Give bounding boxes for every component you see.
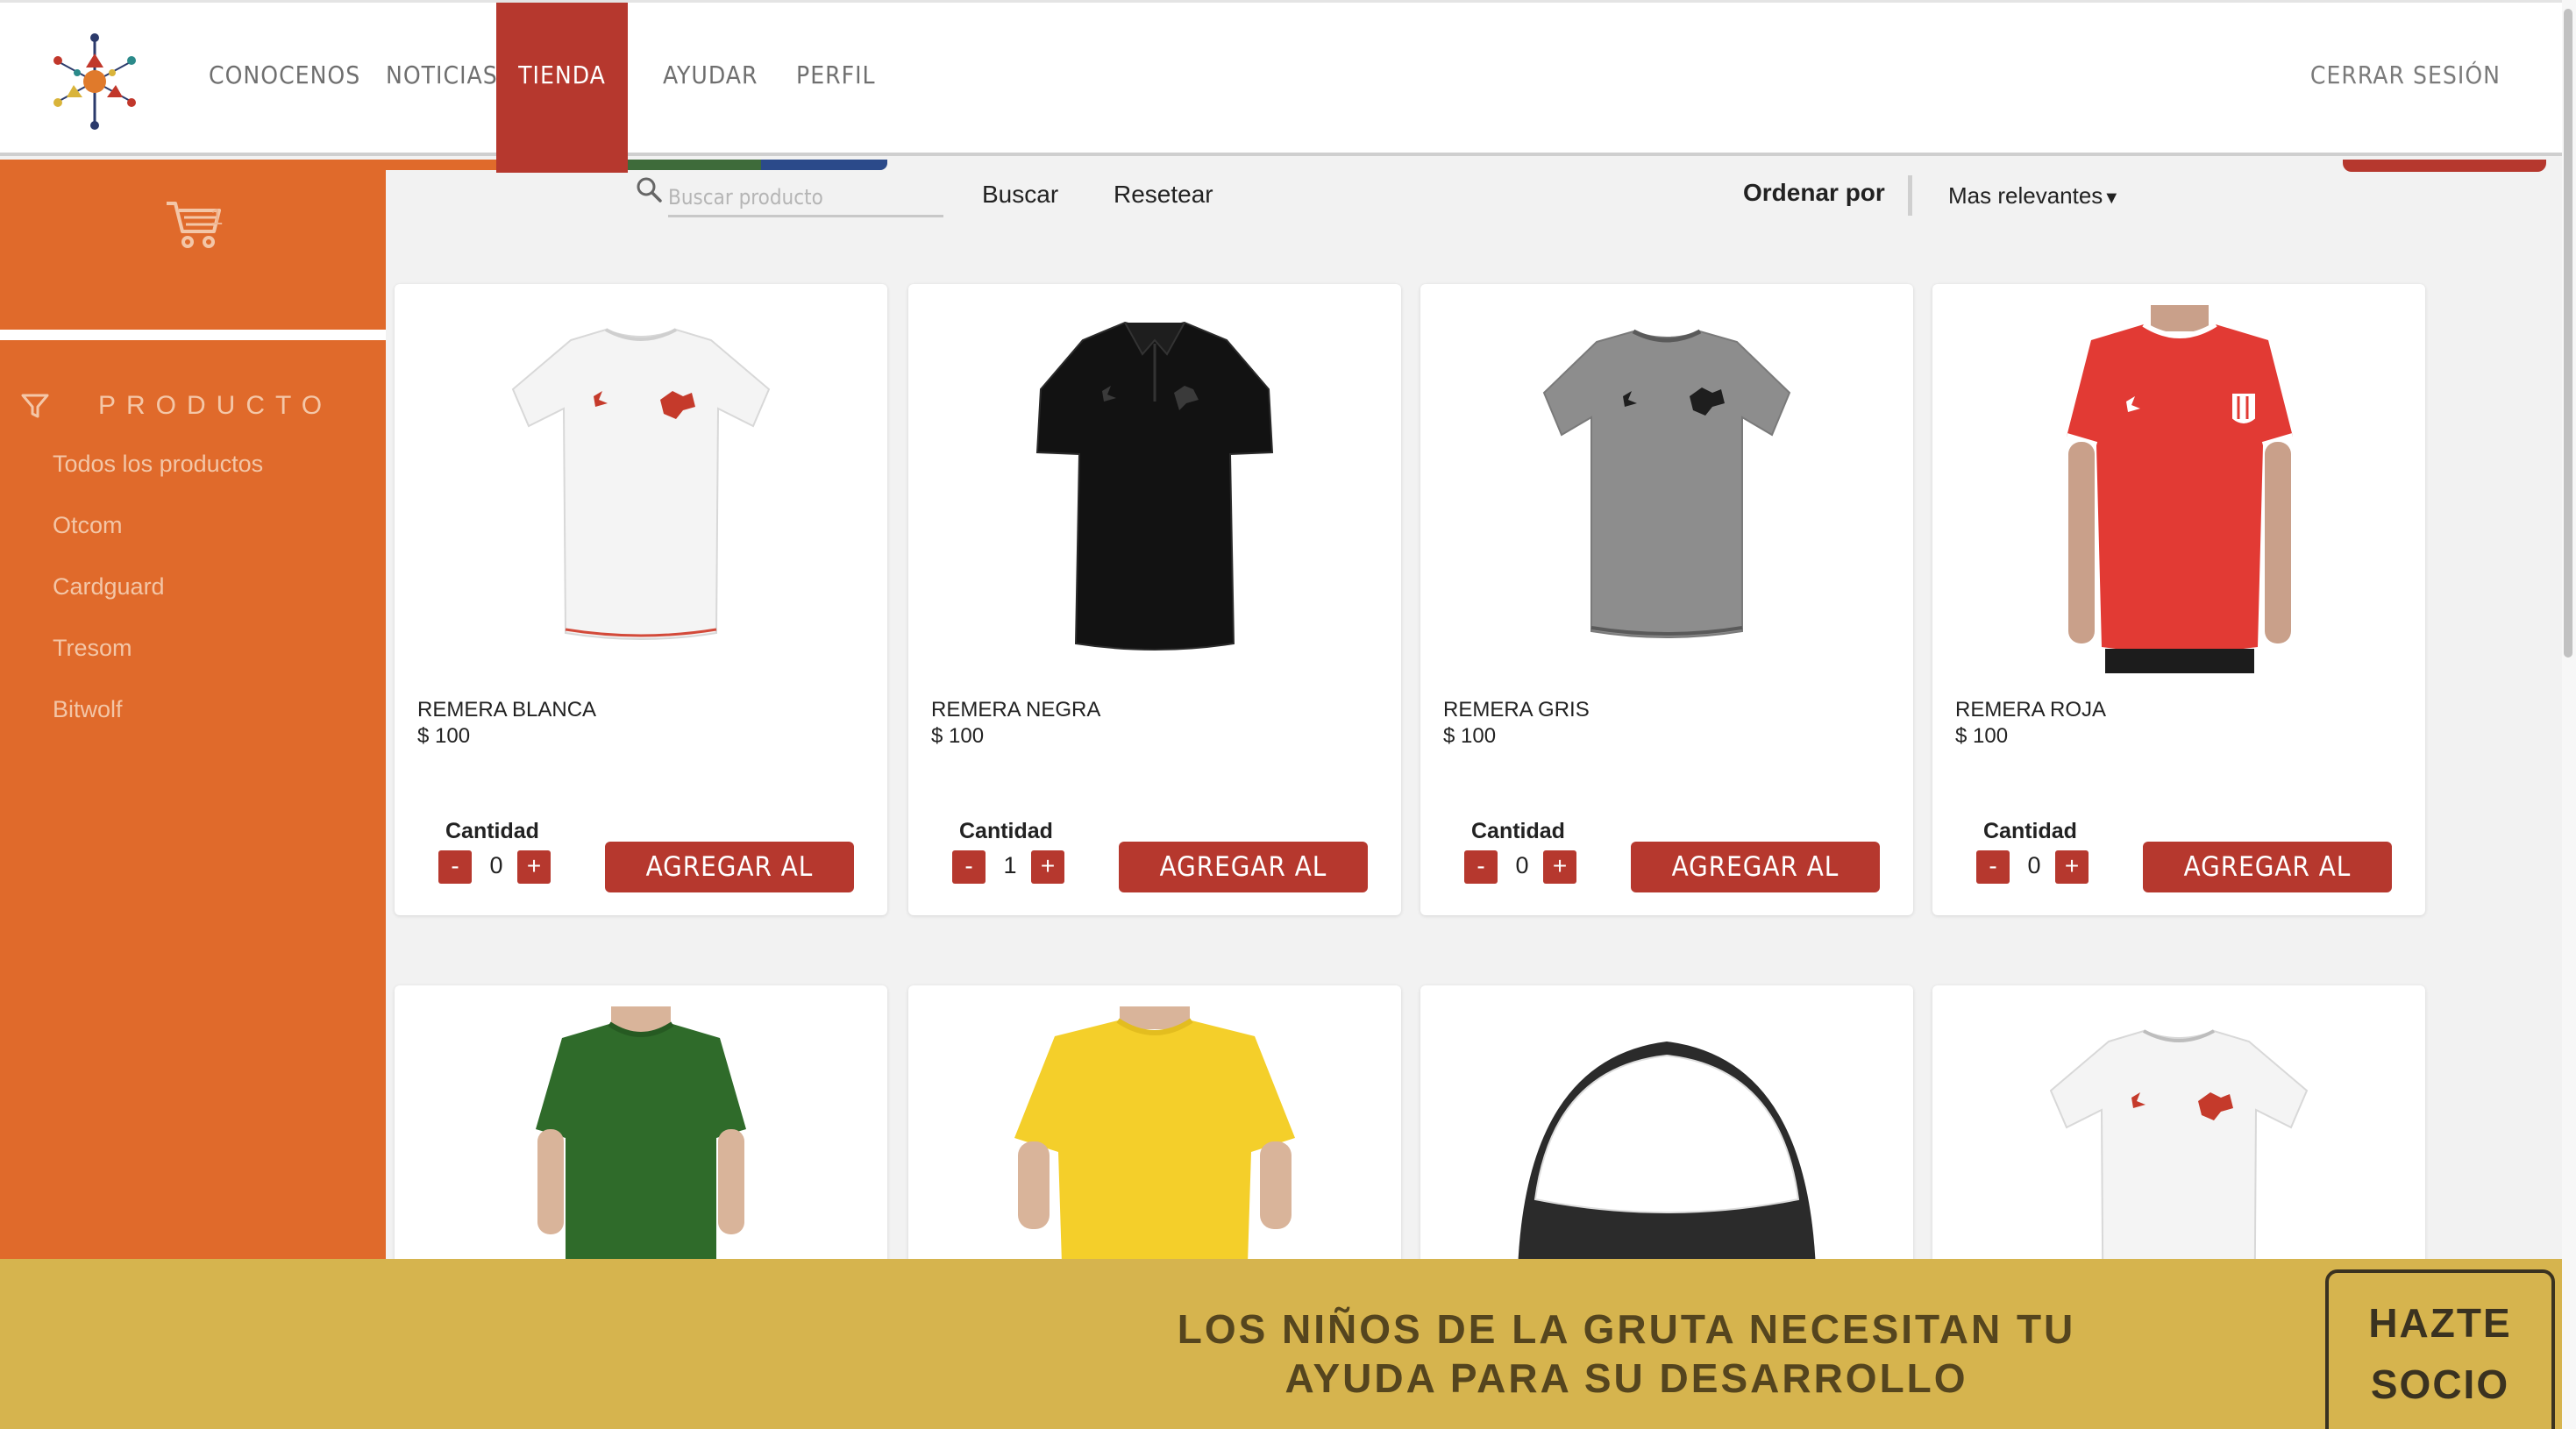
banner-message: LOS NIÑOS DE LA GRUTA NECESITAN TU AYUDA…	[1166, 1305, 2087, 1403]
category-item[interactable]: Otcom	[53, 512, 123, 539]
banner-line-2: AYUDA PARA SU DESARROLLO	[1284, 1355, 1968, 1401]
category-item[interactable]: Bitwolf	[53, 696, 123, 723]
quantity-label: Cantidad	[1983, 819, 2077, 843]
qty-value: 0	[1515, 852, 1529, 878]
product-price: $ 100	[1443, 724, 1497, 748]
sort-value: Mas relevantes	[1948, 182, 2103, 209]
qty-increase-button[interactable]: +	[1031, 850, 1064, 884]
search-icon	[637, 177, 662, 203]
qty-value: 0	[489, 852, 503, 878]
qty-increase-button[interactable]: +	[517, 850, 551, 884]
quantity-label: Cantidad	[1471, 819, 1565, 843]
search-button[interactable]: Buscar	[982, 181, 1058, 209]
product-image-black-polo[interactable]	[971, 305, 1339, 673]
sort-separator	[1908, 175, 1912, 216]
quantity-label: Cantidad	[959, 819, 1053, 843]
scrollbar-thumb[interactable]	[2564, 9, 2572, 658]
donation-banner: LOS NIÑOS DE LA GRUTA NECESITAN TU AYUDA…	[0, 1259, 2562, 1429]
cart-count: 1	[210, 203, 224, 230]
nav-tienda[interactable]: TIENDA	[496, 3, 628, 173]
product-image-red-shirt[interactable]	[1995, 305, 2363, 673]
product-price: $ 100	[417, 724, 471, 748]
color-strip-blue	[761, 160, 887, 170]
product-card: REMERA BLANCA $ 100 Cantidad - 0 + AGREG…	[395, 284, 887, 915]
qty-increase-button[interactable]: +	[2055, 850, 2089, 884]
product-name: REMERA ROJA	[1955, 698, 2107, 722]
caret-down-icon: ▼	[2103, 188, 2121, 208]
product-card: REMERA GRIS $ 100 Cantidad - 0 + AGREGAR…	[1420, 284, 1913, 915]
product-image-white-shirt[interactable]	[457, 305, 825, 673]
product-name: REMERA BLANCA	[417, 698, 597, 722]
add-to-cart-button[interactable]: AGREGAR AL CARRITO	[605, 842, 854, 915]
reset-button[interactable]: Resetear	[1114, 181, 1213, 209]
join-line-1: HAZTE	[2368, 1300, 2512, 1346]
category-item[interactable]: Cardguard	[53, 573, 165, 601]
sidebar-filters	[0, 340, 386, 1261]
qty-value: 1	[1003, 852, 1017, 878]
qty-decrease-button[interactable]: -	[1464, 850, 1498, 884]
qty-decrease-button[interactable]: -	[1976, 850, 2010, 884]
sort-label: Ordenar por	[1743, 179, 1885, 206]
qty-decrease-button[interactable]: -	[438, 850, 472, 884]
nav-perfil[interactable]: PERFIL	[761, 3, 911, 155]
product-card: REMERA NEGRA $ 100 Cantidad - 1 + AGREGA…	[908, 284, 1401, 915]
join-member-button[interactable]: HAZTE SOCIO	[2325, 1269, 2555, 1429]
add-to-cart-button[interactable]: AGREGAR AL CARRITO	[1631, 842, 1880, 915]
logout-link[interactable]: CERRAR SESIÓN	[2310, 3, 2501, 155]
sort-dropdown[interactable]: Mas relevantes▼	[1948, 182, 2120, 210]
product-image-grey-shirt[interactable]	[1483, 305, 1851, 673]
product-name: REMERA GRIS	[1443, 698, 1590, 722]
red-tab-decoration	[2343, 160, 2546, 172]
qty-increase-button[interactable]: +	[1543, 850, 1576, 884]
sidebar-divider	[0, 330, 386, 340]
qty-decrease-button[interactable]: -	[952, 850, 986, 884]
color-strip-green	[628, 160, 761, 170]
banner-line-1: LOS NIÑOS DE LA GRUTA NECESITAN TU	[1177, 1306, 2076, 1352]
product-price: $ 100	[1955, 724, 2009, 748]
add-to-cart-button[interactable]: AGREGAR AL CARRITO	[2143, 842, 2392, 915]
filter-icon	[21, 394, 49, 418]
product-price: $ 100	[931, 724, 985, 748]
filter-title: PRODUCTO	[21, 391, 332, 421]
product-name: REMERA NEGRA	[931, 698, 1101, 722]
quantity-label: Cantidad	[445, 819, 539, 843]
qty-value: 0	[2027, 852, 2041, 878]
search-input[interactable]	[668, 179, 943, 217]
product-card: REMERA ROJA $ 100 Cantidad - 0 + AGREGAR…	[1932, 284, 2425, 915]
logo-icon[interactable]	[47, 31, 142, 132]
category-item[interactable]: Todos los productos	[53, 451, 263, 478]
filter-title-label: PRODUCTO	[98, 391, 333, 420]
category-item[interactable]: Tresom	[53, 635, 132, 662]
top-navbar: CONOCENOS NOTICIAS TIENDA AYUDAR PERFIL …	[0, 0, 2562, 173]
color-strip-orange	[386, 160, 496, 170]
add-to-cart-button[interactable]: AGREGAR AL CARRITO	[1119, 842, 1368, 915]
join-line-2: SOCIO	[2370, 1361, 2510, 1407]
